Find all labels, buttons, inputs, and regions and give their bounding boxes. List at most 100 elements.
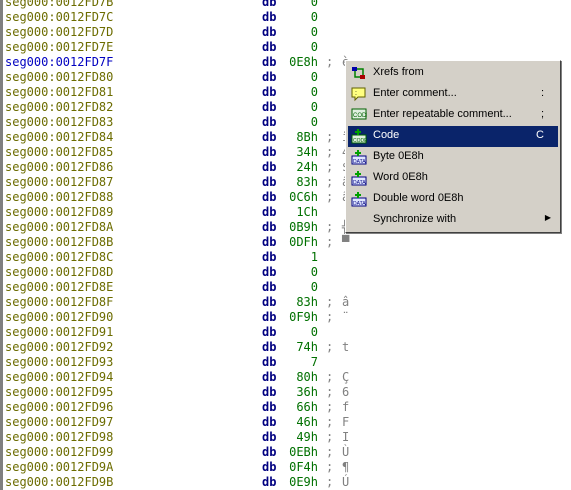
row-address[interactable]: seg000:0012FD86 bbox=[5, 160, 113, 175]
row-value[interactable]: 83h bbox=[296, 175, 318, 190]
menu-item-xrefs-from[interactable]: Xrefs from bbox=[348, 63, 558, 84]
row-address[interactable]: seg000:0012FD85 bbox=[5, 145, 113, 160]
row-value[interactable]: 1 bbox=[311, 250, 318, 265]
row-address[interactable]: seg000:0012FD92 bbox=[5, 340, 113, 355]
listing-row[interactable]: seg000:0012FD8C db 1 bbox=[0, 250, 571, 265]
row-value[interactable]: 1Ch bbox=[296, 205, 318, 220]
row-value[interactable]: 8Bh bbox=[296, 130, 318, 145]
row-directive: db bbox=[262, 415, 277, 429]
row-address[interactable]: seg000:0012FD87 bbox=[5, 175, 113, 190]
row-value[interactable]: 0 bbox=[311, 265, 318, 280]
row-value[interactable]: 0 bbox=[311, 70, 318, 85]
row-value[interactable]: 0F9h bbox=[289, 310, 318, 325]
row-value[interactable]: 34h bbox=[296, 145, 318, 160]
row-value[interactable]: 0 bbox=[311, 10, 318, 25]
row-char-comment: I bbox=[342, 430, 350, 444]
menu-item-code[interactable]: CODE Code C bbox=[348, 126, 558, 147]
listing-row[interactable]: seg000:0012FD95 db 36h; 6 bbox=[0, 385, 571, 400]
row-address[interactable]: seg000:0012FD94 bbox=[5, 370, 113, 385]
row-address[interactable]: seg000:0012FD81 bbox=[5, 85, 113, 100]
row-value[interactable]: 0 bbox=[311, 85, 318, 100]
row-value[interactable]: 7 bbox=[311, 355, 318, 370]
listing-row[interactable]: seg000:0012FD90 db 0F9h; ¨ bbox=[0, 310, 571, 325]
row-value[interactable]: 49h bbox=[296, 430, 318, 445]
row-address[interactable]: seg000:0012FD96 bbox=[5, 400, 113, 415]
row-gutter bbox=[0, 220, 3, 235]
listing-row[interactable]: seg000:0012FD93 db 7 bbox=[0, 355, 571, 370]
row-address[interactable]: seg000:0012FD7C bbox=[5, 10, 113, 25]
row-address[interactable]: seg000:0012FD7D bbox=[5, 25, 113, 40]
comment-separator: ; bbox=[326, 160, 334, 174]
row-value[interactable]: 0E8h bbox=[289, 55, 318, 70]
row-value[interactable]: 0 bbox=[311, 25, 318, 40]
listing-row[interactable]: seg000:0012FD97 db 46h; F bbox=[0, 415, 571, 430]
listing-row[interactable]: seg000:0012FD8D db 0 bbox=[0, 265, 571, 280]
row-value[interactable]: 0C6h bbox=[289, 190, 318, 205]
row-value[interactable]: 83h bbox=[296, 295, 318, 310]
row-value[interactable]: 66h bbox=[296, 400, 318, 415]
row-address[interactable]: seg000:0012FD8F bbox=[5, 295, 113, 310]
row-value[interactable]: 46h bbox=[296, 415, 318, 430]
row-directive: db bbox=[262, 460, 277, 474]
row-address[interactable]: seg000:0012FD9A bbox=[5, 460, 113, 475]
row-address[interactable]: seg000:0012FD88 bbox=[5, 190, 113, 205]
row-value[interactable]: 0 bbox=[311, 100, 318, 115]
listing-row[interactable]: seg000:0012FD7C db 0 bbox=[0, 10, 571, 25]
row-value[interactable]: 0 bbox=[311, 115, 318, 130]
row-address[interactable]: seg000:0012FD8B bbox=[5, 235, 113, 250]
listing-row[interactable]: seg000:0012FD7E db 0 bbox=[0, 40, 571, 55]
listing-row[interactable]: seg000:0012FD92 db 74h; t bbox=[0, 340, 571, 355]
menu-item-synchronize-with[interactable]: Synchronize with ▶ bbox=[348, 210, 558, 231]
row-address[interactable]: seg000:0012FD89 bbox=[5, 205, 113, 220]
listing-row[interactable]: seg000:0012FD9A db 0F4h; ¶ bbox=[0, 460, 571, 475]
listing-row[interactable]: seg000:0012FD91 db 0 bbox=[0, 325, 571, 340]
row-address[interactable]: seg000:0012FD91 bbox=[5, 325, 113, 340]
row-address[interactable]: seg000:0012FD82 bbox=[5, 100, 113, 115]
data-icon: DATA bbox=[351, 150, 367, 165]
row-address[interactable]: seg000:0012FD95 bbox=[5, 385, 113, 400]
row-address[interactable]: seg000:0012FD84 bbox=[5, 130, 113, 145]
row-value[interactable]: 0B9h bbox=[289, 220, 318, 235]
listing-row[interactable]: seg000:0012FD8B db 0DFh; ▀ bbox=[0, 235, 571, 250]
row-address[interactable]: seg000:0012FD90 bbox=[5, 310, 113, 325]
row-address[interactable]: seg000:0012FD80 bbox=[5, 70, 113, 85]
menu-item-word[interactable]: DATA Word 0E8h bbox=[348, 168, 558, 189]
row-value[interactable]: 0 bbox=[311, 280, 318, 295]
listing-row[interactable]: seg000:0012FD8F db 83h; â bbox=[0, 295, 571, 310]
row-value[interactable]: 0EBh bbox=[289, 445, 318, 460]
menu-item-enter-comment[interactable]: : Enter comment...: bbox=[348, 84, 558, 105]
row-address[interactable]: seg000:0012FD8D bbox=[5, 265, 113, 280]
menu-item-byte[interactable]: DATA Byte 0E8h bbox=[348, 147, 558, 168]
comment-separator: ; bbox=[326, 295, 334, 309]
row-value[interactable]: 0 bbox=[311, 40, 318, 55]
row-address[interactable]: seg000:0012FD8C bbox=[5, 250, 113, 265]
row-value[interactable]: 80h bbox=[296, 370, 318, 385]
row-value[interactable]: 36h bbox=[296, 385, 318, 400]
row-address[interactable]: seg000:0012FD7E bbox=[5, 40, 113, 55]
row-address[interactable]: seg000:0012FD7F bbox=[5, 55, 113, 70]
listing-row[interactable]: seg000:0012FD7D db 0 bbox=[0, 25, 571, 40]
row-value[interactable]: 0 bbox=[311, 0, 318, 10]
row-address[interactable]: seg000:0012FD7B bbox=[5, 0, 113, 10]
row-address[interactable]: seg000:0012FD99 bbox=[5, 445, 113, 460]
menu-item-double-word[interactable]: DATA Double word 0E8h bbox=[348, 189, 558, 210]
row-value[interactable]: 24h bbox=[296, 160, 318, 175]
row-value[interactable]: 0F4h bbox=[289, 460, 318, 475]
menu-item-shortcut: ; bbox=[540, 108, 544, 120]
listing-row[interactable]: seg000:0012FD8E db 0 bbox=[0, 280, 571, 295]
row-address[interactable]: seg000:0012FD83 bbox=[5, 115, 113, 130]
listing-row[interactable]: seg000:0012FD98 db 49h; I bbox=[0, 430, 571, 445]
row-value[interactable]: 0DFh bbox=[289, 235, 318, 250]
row-address[interactable]: seg000:0012FD97 bbox=[5, 415, 113, 430]
row-address[interactable]: seg000:0012FD93 bbox=[5, 355, 113, 370]
row-value[interactable]: 0 bbox=[311, 325, 318, 340]
listing-row[interactable]: seg000:0012FD94 db 80h; Ç bbox=[0, 370, 571, 385]
row-address[interactable]: seg000:0012FD8A bbox=[5, 220, 113, 235]
listing-row[interactable]: seg000:0012FD7B db 0 bbox=[0, 0, 571, 10]
listing-row[interactable]: seg000:0012FD99 db 0EBh; Ù bbox=[0, 445, 571, 460]
menu-item-enter-repeatable-comment[interactable]: CODE Enter repeatable comment...; bbox=[348, 105, 558, 126]
listing-row[interactable]: seg000:0012FD96 db 66h; f bbox=[0, 400, 571, 415]
row-value[interactable]: 74h bbox=[296, 340, 318, 355]
row-address[interactable]: seg000:0012FD98 bbox=[5, 430, 113, 445]
row-address[interactable]: seg000:0012FD8E bbox=[5, 280, 113, 295]
